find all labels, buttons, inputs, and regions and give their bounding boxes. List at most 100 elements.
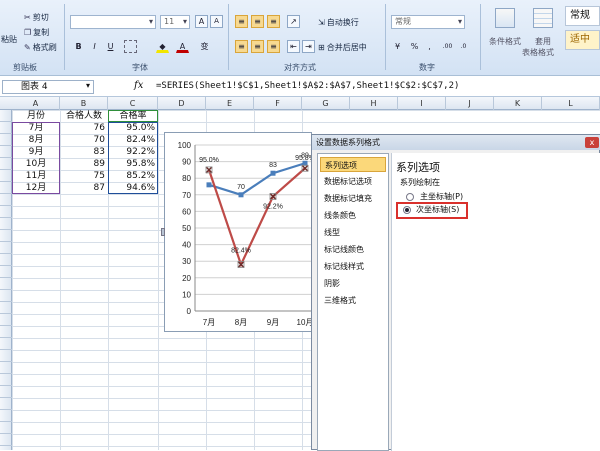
format-painter-button[interactable]: ✎ 格式刷 xyxy=(24,40,57,54)
bold-button[interactable]: B xyxy=(72,40,85,53)
merge-center-button[interactable]: ⊞ 合并后居中 xyxy=(318,40,367,54)
style-moderate[interactable]: 适中 xyxy=(565,30,600,50)
list-item-line-style[interactable]: 线型 xyxy=(320,225,386,240)
column-header[interactable]: A xyxy=(12,97,60,110)
row-header[interactable] xyxy=(0,218,12,230)
table-cell[interactable]: 76 xyxy=(60,122,108,134)
secondary-axis-radio[interactable] xyxy=(403,206,411,214)
list-item-marker-options[interactable]: 数据标记选项 xyxy=(320,174,386,189)
row-header[interactable] xyxy=(0,434,12,446)
phonetic-button[interactable]: 变 xyxy=(198,40,211,53)
style-normal[interactable]: 常规 xyxy=(565,6,600,26)
row-header[interactable] xyxy=(0,338,12,350)
secondary-axis-label[interactable]: 次坐标轴(S) xyxy=(416,204,459,215)
table-cell[interactable]: 83 xyxy=(60,146,108,158)
row-header[interactable] xyxy=(0,266,12,278)
name-box[interactable]: 图表 4 xyxy=(2,80,94,94)
table-cell[interactable]: 87 xyxy=(60,182,108,194)
list-item-marker-line-color[interactable]: 标记线颜色 xyxy=(320,242,386,257)
column-header[interactable]: C xyxy=(108,97,158,110)
font-size-combo[interactable]: 11 xyxy=(160,15,190,29)
header-cell[interactable]: 合格人数 xyxy=(60,110,108,122)
row-header[interactable] xyxy=(0,134,12,146)
row-header[interactable] xyxy=(0,314,12,326)
cut-button[interactable]: ✂ 剪切 xyxy=(24,10,49,24)
column-header[interactable]: B xyxy=(60,97,108,110)
list-item-3d-format[interactable]: 三维格式 xyxy=(320,293,386,308)
insert-function-icon[interactable]: fx xyxy=(134,80,143,91)
row-header[interactable] xyxy=(0,206,12,218)
table-cell[interactable]: 70 xyxy=(60,134,108,146)
list-item-series-options[interactable]: 系列选项 xyxy=(320,157,386,172)
row-header[interactable] xyxy=(0,122,12,134)
row-header[interactable] xyxy=(0,146,12,158)
row-header[interactable] xyxy=(0,386,12,398)
row-header[interactable] xyxy=(0,290,12,302)
increase-decimal-button[interactable]: .00 xyxy=(441,40,454,53)
column-header[interactable]: G xyxy=(302,97,350,110)
orientation-button[interactable]: ↗ xyxy=(287,15,300,28)
row-header[interactable] xyxy=(0,194,12,206)
column-header[interactable]: J xyxy=(446,97,494,110)
list-item-shadow[interactable]: 阴影 xyxy=(320,276,386,291)
row-header[interactable] xyxy=(0,362,12,374)
list-item-marker-line-style[interactable]: 标记线样式 xyxy=(320,259,386,274)
wrap-text-button[interactable]: ⇲ 自动换行 xyxy=(318,15,359,29)
underline-button[interactable]: U xyxy=(104,40,117,53)
border-button[interactable] xyxy=(124,40,137,53)
row-header[interactable] xyxy=(0,110,12,122)
row-header[interactable] xyxy=(0,158,12,170)
align-middle-button[interactable]: ≡ xyxy=(251,15,264,28)
align-left-button[interactable]: ≡ xyxy=(235,40,248,53)
column-header[interactable]: K xyxy=(494,97,542,110)
row-header[interactable] xyxy=(0,374,12,386)
chart-object[interactable]: 100 90 80 70 60 50 40 30 20 10 0 7月 8月 9月 10月 70 83 89 95.… xyxy=(164,132,313,332)
increase-indent-button[interactable]: ⇥ xyxy=(302,40,315,53)
column-header[interactable]: D xyxy=(158,97,206,110)
primary-axis-label[interactable]: 主坐标轴(P) xyxy=(420,191,463,202)
name-box-dropdown-icon[interactable]: ▾ xyxy=(86,81,90,90)
column-header[interactable]: E xyxy=(206,97,254,110)
number-format-combo[interactable]: 常规 xyxy=(391,15,465,29)
format-as-table-button[interactable]: 套用 表格格式 xyxy=(522,8,558,64)
row-header[interactable] xyxy=(0,242,12,254)
row-header[interactable] xyxy=(0,350,12,362)
decrease-indent-button[interactable]: ⇤ xyxy=(287,40,300,53)
row-header[interactable] xyxy=(0,182,12,194)
decrease-decimal-button[interactable]: .0 xyxy=(457,40,470,53)
row-header[interactable] xyxy=(0,326,12,338)
column-header[interactable]: H xyxy=(350,97,398,110)
align-center-button[interactable]: ≡ xyxy=(251,40,264,53)
row-header[interactable] xyxy=(0,278,12,290)
copy-button[interactable]: ❐ 复制 xyxy=(24,25,49,39)
row-header[interactable] xyxy=(0,170,12,182)
row-header[interactable] xyxy=(0,422,12,434)
column-header[interactable]: L xyxy=(542,97,600,110)
column-header[interactable]: F xyxy=(254,97,302,110)
chart-resize-handle[interactable] xyxy=(161,228,165,236)
formula-input[interactable]: =SERIES(Sheet1!$C$1,Sheet1!$A$2:$A$7,She… xyxy=(156,81,459,91)
shrink-font-button[interactable]: A xyxy=(210,15,223,28)
align-bottom-button[interactable]: ≡ xyxy=(267,15,280,28)
italic-button[interactable]: I xyxy=(88,40,101,53)
font-color-button[interactable]: A xyxy=(176,40,189,53)
primary-axis-radio[interactable] xyxy=(406,193,414,201)
column-header[interactable]: I xyxy=(398,97,446,110)
list-item-marker-fill[interactable]: 数据标记填充 xyxy=(320,191,386,206)
row-header[interactable] xyxy=(0,302,12,314)
row-header[interactable] xyxy=(0,398,12,410)
fill-color-icon[interactable]: ◆ xyxy=(156,40,169,53)
row-header[interactable] xyxy=(0,410,12,422)
header-cell[interactable]: 月份 xyxy=(12,110,60,122)
currency-button[interactable]: ¥ xyxy=(391,40,404,53)
comma-button[interactable]: , xyxy=(423,40,436,53)
row-header[interactable] xyxy=(0,230,12,242)
percent-button[interactable]: % xyxy=(408,40,421,53)
font-name-combo[interactable] xyxy=(70,15,156,29)
row-header[interactable] xyxy=(0,254,12,266)
list-item-line-color[interactable]: 线条颜色 xyxy=(320,208,386,223)
close-button[interactable]: x xyxy=(585,137,599,148)
align-top-button[interactable]: ≡ xyxy=(235,15,248,28)
grow-font-button[interactable]: A xyxy=(195,15,208,28)
align-right-button[interactable]: ≡ xyxy=(267,40,280,53)
